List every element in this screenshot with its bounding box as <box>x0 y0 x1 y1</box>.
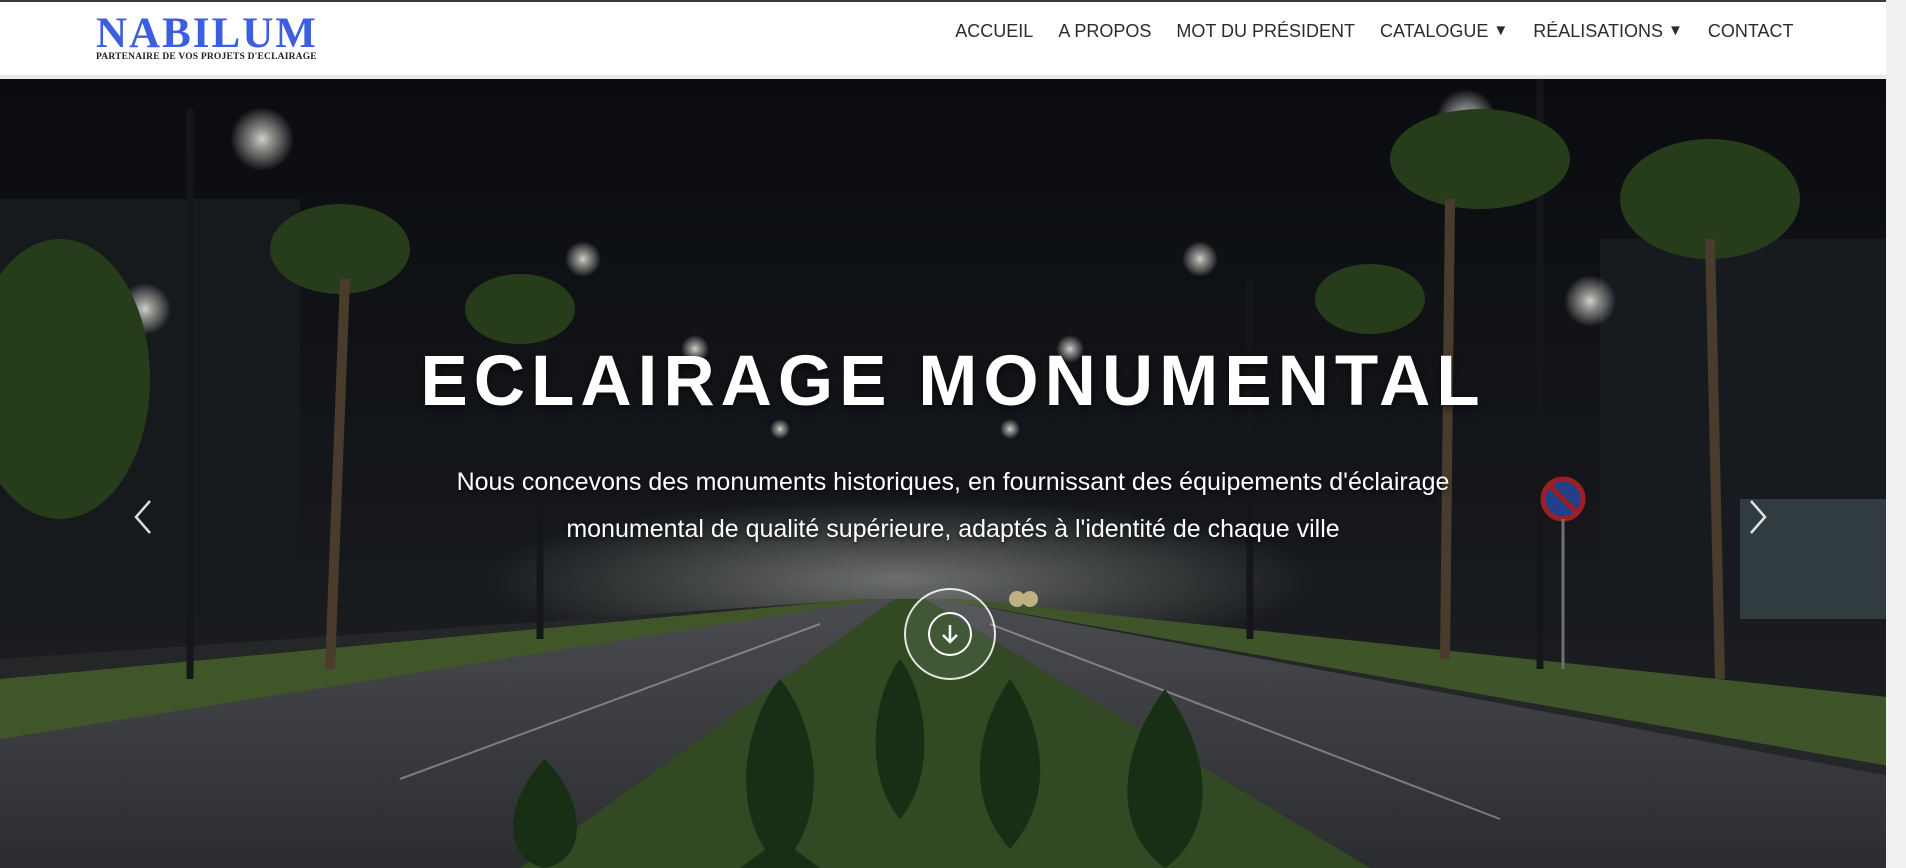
slider-prev-button[interactable] <box>124 487 164 547</box>
arrow-down-circle-icon <box>928 612 972 656</box>
nav-item-accueil[interactable]: ACCUEIL <box>943 19 1046 43</box>
chevron-left-icon <box>134 500 151 534</box>
nav-item-a-propos[interactable]: A PROPOS <box>1046 19 1164 43</box>
nav-item-label: CATALOGUE <box>1380 21 1489 41</box>
main-nav: ACCUEIL A PROPOS MOT DU PRÉSIDENT CATALO… <box>943 19 1806 43</box>
page: ECLAIRAGE MONUMENTAL Nous concevons des … <box>0 0 1906 868</box>
nav-item-contact[interactable]: CONTACT <box>1695 19 1806 43</box>
nav-item-catalogue[interactable]: CATALOGUE ▼ <box>1368 19 1521 43</box>
caret-down-icon: ▼ <box>1667 22 1683 39</box>
nav-item-label: A PROPOS <box>1058 21 1152 41</box>
chevron-right-icon <box>1750 500 1767 534</box>
nav-item-label: MOT DU PRÉSIDENT <box>1176 21 1356 41</box>
nav-item-label: ACCUEIL <box>955 21 1034 41</box>
nav-item-realisations[interactable]: RÉALISATIONS ▼ <box>1521 19 1696 43</box>
site-header: NABILUM PARTENAIRE DE VOS PROJETS D'ECLA… <box>0 0 1906 79</box>
arrow-down-icon <box>942 625 958 644</box>
nav-item-label: RÉALISATIONS <box>1533 21 1663 41</box>
site-logo[interactable]: NABILUM PARTENAIRE DE VOS PROJETS D'ECLA… <box>96 10 328 64</box>
hero-description: Nous concevons des monuments historiques… <box>456 468 1450 543</box>
hero-slider: ECLAIRAGE MONUMENTAL Nous concevons des … <box>0 79 1906 868</box>
logo-title: NABILUM <box>96 10 318 57</box>
caret-down-icon: ▼ <box>1493 22 1509 39</box>
nav-item-mot-du-president[interactable]: MOT DU PRÉSIDENT <box>1164 19 1368 43</box>
page-scrollbar[interactable] <box>1886 0 1906 868</box>
nav-item-label: CONTACT <box>1707 21 1794 41</box>
slider-next-button[interactable] <box>1737 487 1777 547</box>
scroll-down-button[interactable] <box>904 588 996 680</box>
logo-tagline: PARTENAIRE DE VOS PROJETS D'ECLAIRAGE <box>96 52 317 62</box>
hero-title: ECLAIRAGE MONUMENTAL <box>420 342 1486 421</box>
